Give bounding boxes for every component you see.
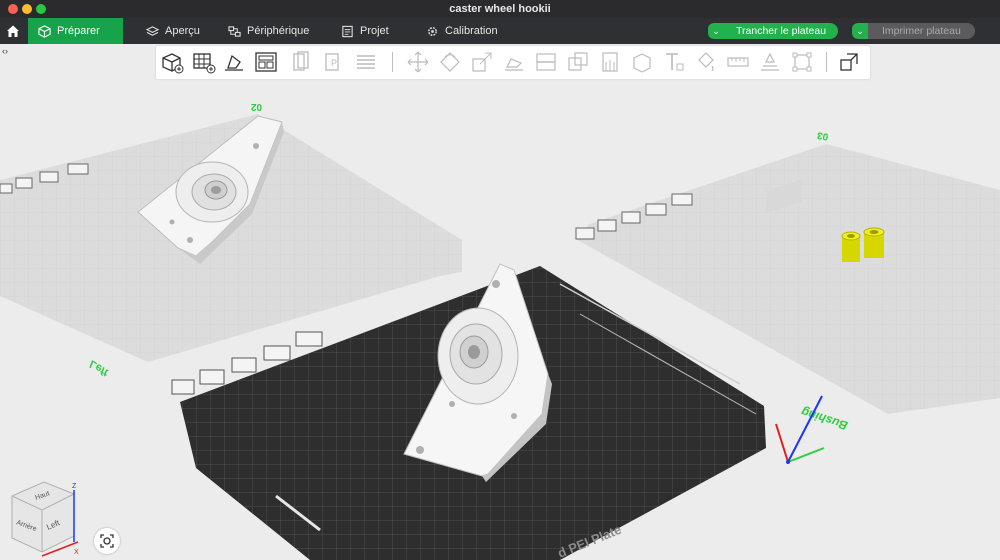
- tab-calibration[interactable]: Calibration: [416, 18, 508, 44]
- plate-left-top-label: 02: [250, 101, 262, 112]
- plate-left-bottom-label: Left: [87, 357, 112, 379]
- collapse-sidebar-button[interactable]: ‹›: [2, 46, 8, 56]
- text-emboss-icon[interactable]: [662, 50, 686, 74]
- project-icon: [342, 25, 353, 37]
- tab-label: Périphérique: [247, 25, 310, 37]
- scale-icon[interactable]: [470, 50, 494, 74]
- reset-view-button[interactable]: [94, 528, 120, 554]
- print-dropdown-button[interactable]: ⌄: [852, 23, 868, 39]
- layers-edit-icon[interactable]: [354, 50, 378, 74]
- calibration-icon: [428, 26, 437, 36]
- main-toolbar: P: [156, 46, 870, 79]
- support-paint-icon[interactable]: [598, 50, 622, 74]
- window-title: caster wheel hookii: [449, 3, 551, 15]
- zoom-window-button[interactable]: [36, 4, 46, 14]
- split-objects-icon[interactable]: [290, 50, 314, 74]
- main-nav-bar: Préparer Aperçu Périphérique Projet Cali…: [0, 18, 1000, 44]
- view-cube[interactable]: Haut Arrière Left Z X: [8, 478, 83, 560]
- tab-prepare[interactable]: Préparer: [28, 18, 123, 44]
- slice-dropdown-button[interactable]: ⌄: [708, 23, 724, 39]
- cube-icon: [38, 24, 51, 38]
- axis-z-label: Z: [72, 483, 77, 490]
- plate-right-top-label: 03: [816, 129, 829, 142]
- tab-project[interactable]: Projet: [331, 18, 399, 44]
- tab-device[interactable]: Périphérique: [218, 18, 319, 44]
- axis-x-label: X: [74, 549, 79, 556]
- camera-target-icon: [100, 534, 114, 548]
- tab-label: Préparer: [57, 25, 100, 37]
- print-plate-button[interactable]: Imprimer plateau: [868, 23, 975, 39]
- svg-text:P: P: [331, 58, 337, 68]
- lay-on-face-icon[interactable]: [502, 50, 526, 74]
- chevron-down-icon: ⌄: [712, 25, 720, 36]
- boolean-icon[interactable]: [566, 50, 590, 74]
- toolbar-separator: [826, 52, 827, 72]
- layers-icon: [146, 25, 159, 36]
- 3d-viewport[interactable]: Left 02 03 d PEI Plate Bushing: [0, 44, 1000, 560]
- add-object-icon[interactable]: [160, 50, 184, 74]
- chevron-left-right-icon: ‹›: [2, 46, 8, 56]
- arrange-icon[interactable]: [254, 50, 278, 74]
- auto-orient-icon[interactable]: [222, 50, 246, 74]
- tab-label: Aperçu: [165, 25, 200, 37]
- slice-button-group: ⌄ Trancher le plateau: [708, 22, 839, 40]
- home-icon: [7, 25, 19, 37]
- home-button[interactable]: [0, 18, 26, 44]
- seam-paint-icon[interactable]: [630, 50, 654, 74]
- tab-preview[interactable]: Aperçu: [136, 18, 210, 44]
- minimize-window-button[interactable]: [22, 4, 32, 14]
- toolbar-separator: [392, 52, 393, 72]
- tab-label: Projet: [360, 25, 389, 37]
- rotate-icon[interactable]: [438, 50, 462, 74]
- close-window-button[interactable]: [8, 4, 18, 14]
- color-paint-icon[interactable]: [694, 50, 718, 74]
- device-icon: [228, 25, 241, 37]
- arrange-cubes-icon[interactable]: [838, 50, 862, 74]
- print-button-group: ⌄ Imprimer plateau: [852, 22, 975, 40]
- axis-gizmo: [775, 395, 825, 464]
- measure-icon[interactable]: [726, 50, 750, 74]
- add-plate-icon[interactable]: [192, 50, 216, 74]
- split-parts-icon[interactable]: P: [322, 50, 346, 74]
- move-icon[interactable]: [406, 50, 430, 74]
- slice-plate-button[interactable]: Trancher le plateau: [724, 23, 839, 39]
- cut-icon[interactable]: [534, 50, 558, 74]
- title-bar: caster wheel hookii: [0, 0, 1000, 18]
- plate-bushing-label: Bushing: [799, 405, 850, 433]
- assemble-icon[interactable]: [758, 50, 782, 74]
- bounding-box-icon[interactable]: [790, 50, 814, 74]
- chevron-down-icon: ⌄: [856, 25, 864, 36]
- tab-label: Calibration: [445, 25, 498, 37]
